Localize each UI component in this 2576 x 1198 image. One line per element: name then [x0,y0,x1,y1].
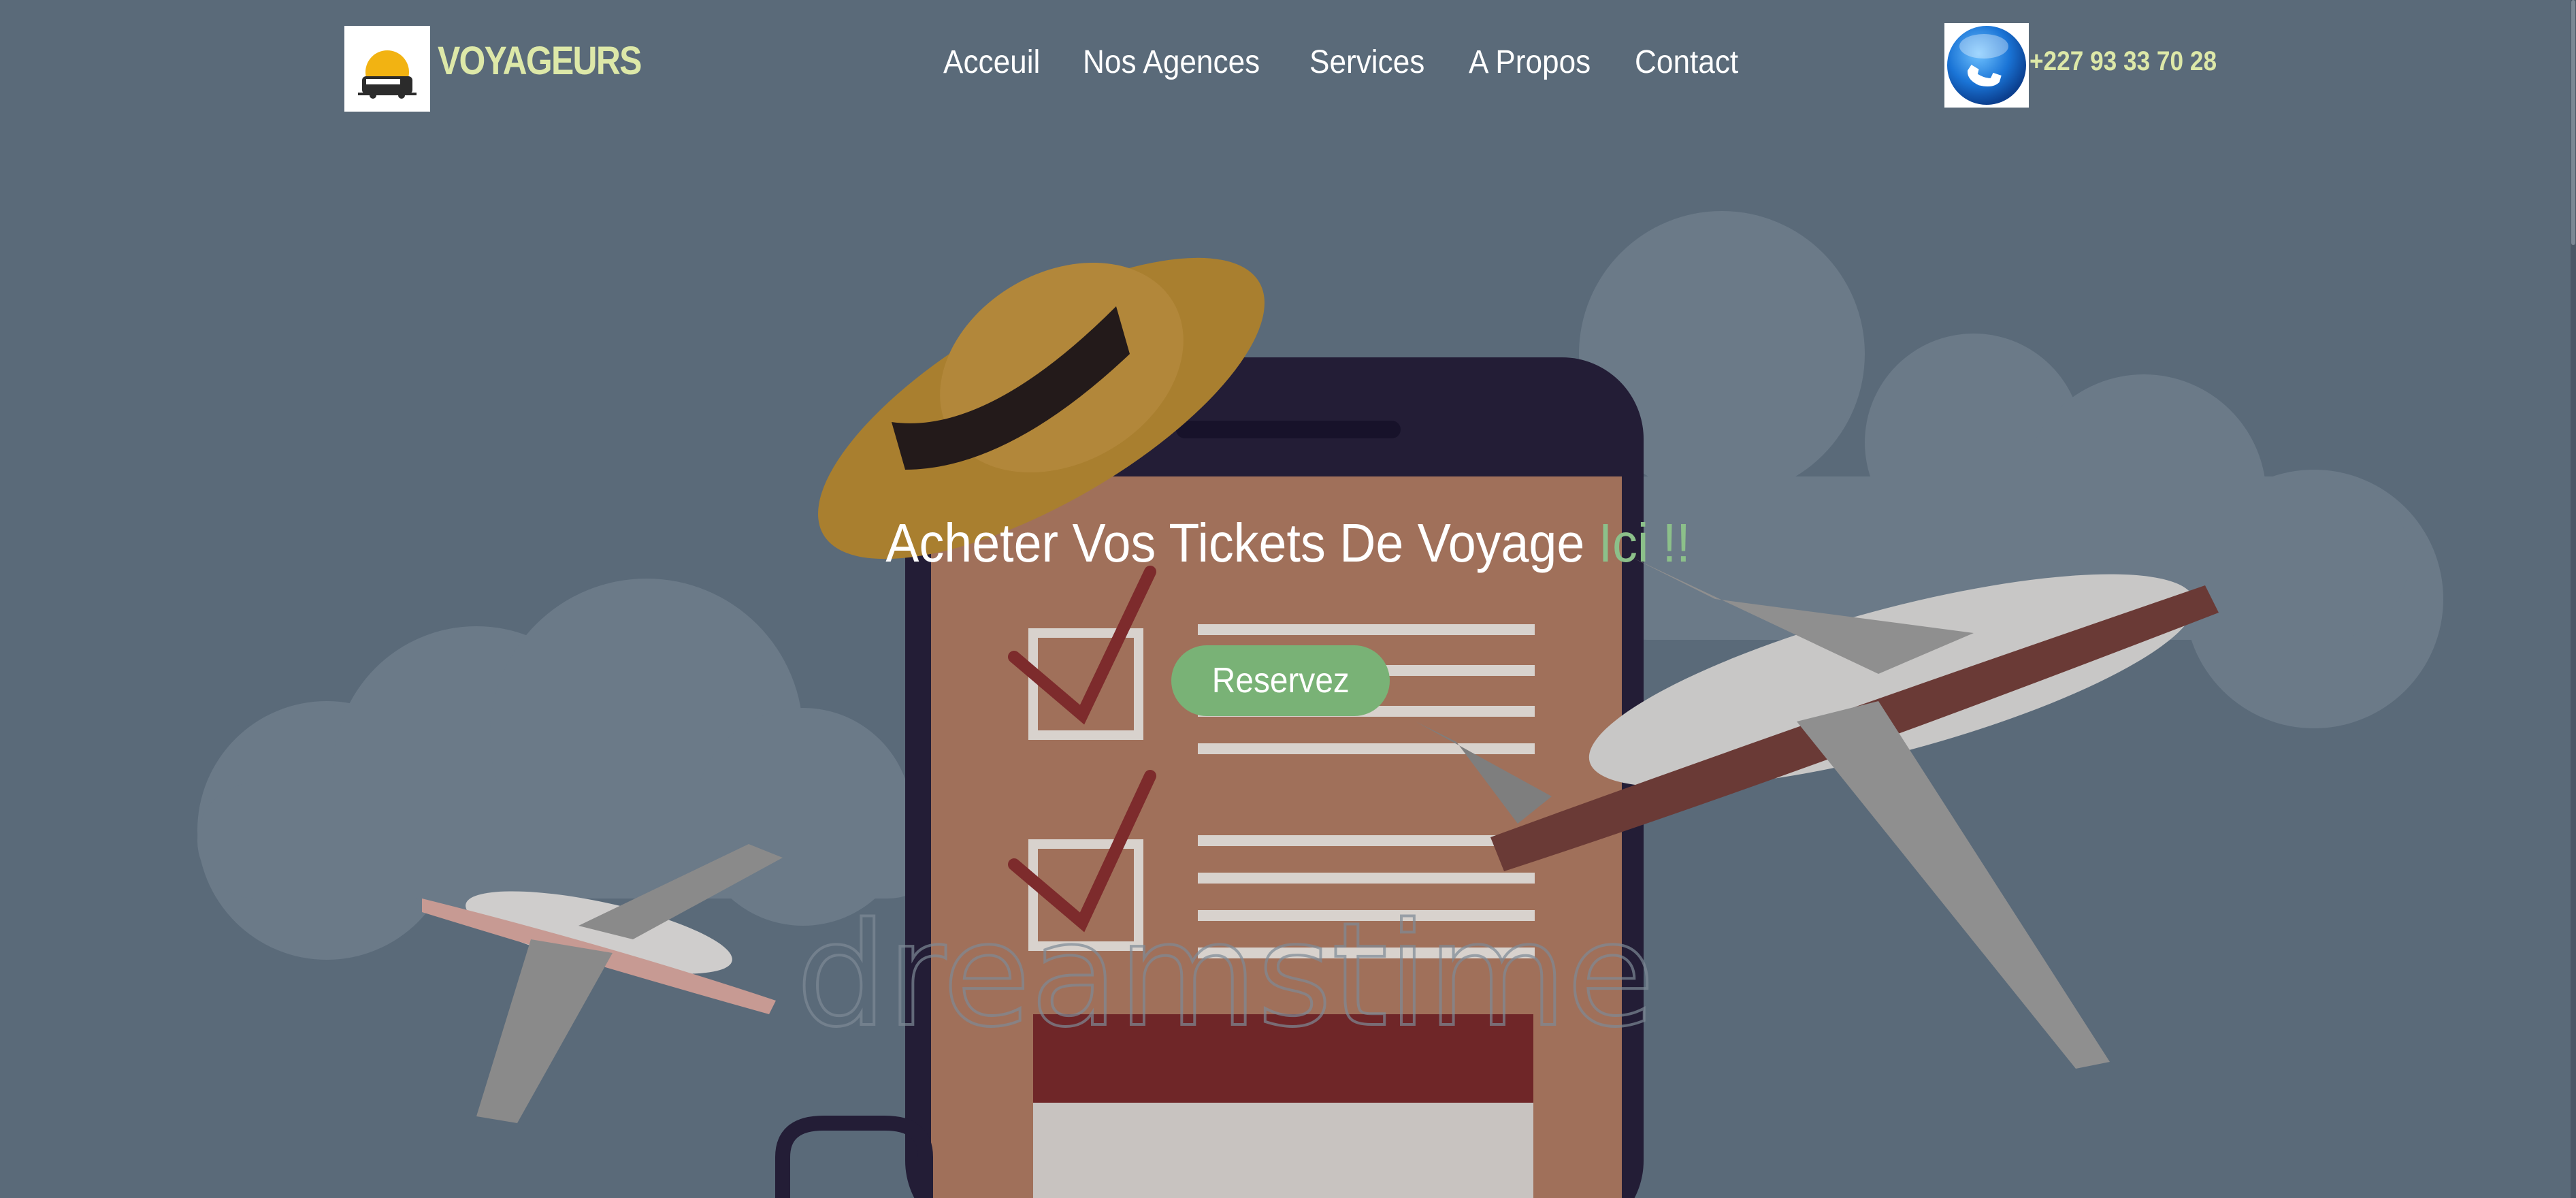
bus-sunset-logo-icon [358,50,417,99]
nav-item-a-propos[interactable]: A Propos [1469,44,1591,81]
nav-item-services[interactable]: Services [1309,44,1424,81]
reserve-button-label: Reservez [1211,661,1350,700]
nav-item-nos-agences[interactable]: Nos Agences [1083,44,1260,81]
nav-item-contact[interactable]: Contact [1635,44,1738,81]
nav-item-acceuil[interactable]: Acceuil [943,44,1040,81]
hero-title-accent: Ici !! [1598,513,1691,573]
phone-icon [1947,26,2026,105]
brand-name[interactable]: VOYAGEURS [438,38,642,84]
phone-number[interactable]: +227 93 33 70 28 [2029,46,2217,77]
hero-background-illustration: dreamstime [0,0,2576,1198]
hero-title: Acheter Vos Tickets De Voyage Ici !! [0,512,2576,574]
phone-icon-box[interactable] [1944,23,2029,108]
brand-logo[interactable] [344,26,430,112]
scrollbar[interactable] [2571,0,2576,1198]
main-navigation: Acceuil Nos Agences Services A Propos Co… [943,44,1748,81]
hero-title-main: Acheter Vos Tickets De Voyage [885,513,1599,573]
reserve-button[interactable]: Reservez [1171,645,1390,716]
watermark-text: dreamstime [796,892,1654,1058]
scrollbar-thumb[interactable] [2571,0,2575,245]
